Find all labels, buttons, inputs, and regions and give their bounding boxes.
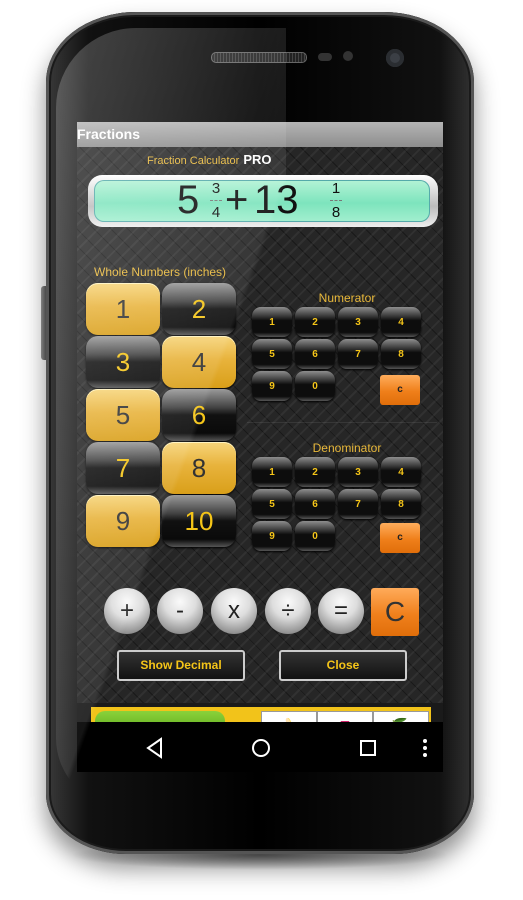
numerator-key-9[interactable]: 9 [252, 371, 292, 401]
denominator-key-8[interactable]: 8 [381, 489, 421, 519]
overflow-menu-icon[interactable] [419, 734, 431, 762]
calculator-body: Fraction Calculator PRO 5 3 4 + 13 1 8 Wh… [77, 147, 443, 747]
add-button[interactable]: + [104, 588, 150, 634]
show-decimal-button[interactable]: Show Decimal [117, 650, 245, 681]
numerator-label: Numerator [318, 291, 376, 305]
denominator-key-4[interactable]: 4 [381, 457, 421, 487]
whole-number-key-3[interactable]: 3 [86, 336, 160, 388]
denominator-key-1[interactable]: 1 [252, 457, 292, 487]
app-title: Fractions [77, 126, 141, 142]
whole-number-key-2[interactable]: 2 [162, 283, 236, 335]
denominator-key-2[interactable]: 2 [295, 457, 335, 487]
multiply-button[interactable]: x [211, 588, 257, 634]
numerator-key-4[interactable]: 4 [381, 307, 421, 337]
numerator-key-7[interactable]: 7 [338, 339, 378, 369]
denominator-key-7[interactable]: 7 [338, 489, 378, 519]
denominator-key-6[interactable]: 6 [295, 489, 335, 519]
whole-number-key-8[interactable]: 8 [162, 442, 236, 494]
numerator-key-2[interactable]: 2 [295, 307, 335, 337]
left-denominator: 4 [211, 204, 221, 221]
divide-button[interactable]: ÷ [265, 588, 311, 634]
denominator-key-5[interactable]: 5 [252, 489, 292, 519]
denominator-label: Denominator [312, 441, 382, 455]
whole-numbers-label: Whole Numbers (inches) [94, 265, 227, 279]
screen: Fractions Fraction Calculator PRO 5 3 4 +… [77, 122, 443, 772]
right-whole: 13 [254, 178, 299, 222]
android-nav-bar [77, 722, 443, 772]
subtract-button[interactable]: - [157, 588, 203, 634]
left-whole: 5 [177, 178, 200, 222]
fraction-bar [330, 200, 342, 201]
front-camera-icon [386, 49, 404, 67]
denominator-key-9[interactable]: 9 [252, 521, 292, 551]
whole-number-key-1[interactable]: 1 [86, 283, 160, 335]
numerator-key-1[interactable]: 1 [252, 307, 292, 337]
denominator-clear-button[interactable]: c [380, 523, 420, 553]
whole-number-key-9[interactable]: 9 [86, 495, 160, 547]
display-frame: 5 3 4 + 13 1 8 [88, 175, 438, 227]
numerator-clear-button[interactable]: c [380, 375, 420, 405]
divider [247, 422, 437, 423]
clear-all-button[interactable]: C [371, 588, 419, 636]
equals-button[interactable]: = [318, 588, 364, 634]
close-button[interactable]: Close [279, 650, 407, 681]
phone-sensor [318, 53, 332, 61]
right-denominator: 8 [331, 204, 341, 221]
title-bar: Fractions [77, 122, 443, 147]
right-numerator: 1 [331, 180, 341, 197]
phone-sensor-dot [343, 51, 353, 61]
brand-line: Fraction Calculator PRO [147, 152, 272, 167]
home-icon[interactable] [247, 734, 275, 762]
phone-speaker [211, 52, 307, 63]
fraction-display: 5 3 4 + 13 1 8 [94, 178, 430, 222]
numerator-key-6[interactable]: 6 [295, 339, 335, 369]
left-numerator: 3 [211, 180, 221, 197]
denominator-key-3[interactable]: 3 [338, 457, 378, 487]
back-icon[interactable] [141, 734, 169, 762]
denominator-key-0[interactable]: 0 [295, 521, 335, 551]
whole-number-key-5[interactable]: 5 [86, 389, 160, 441]
operator-display: + [225, 178, 249, 222]
fraction-bar [210, 200, 222, 201]
numerator-key-3[interactable]: 3 [338, 307, 378, 337]
brand-tier: PRO [243, 152, 272, 167]
whole-number-key-6[interactable]: 6 [162, 389, 236, 441]
recents-icon[interactable] [354, 734, 382, 762]
numerator-key-0[interactable]: 0 [295, 371, 335, 401]
whole-number-key-7[interactable]: 7 [86, 442, 160, 494]
brand-name: Fraction Calculator [147, 155, 240, 167]
numerator-key-5[interactable]: 5 [252, 339, 292, 369]
whole-number-key-10[interactable]: 10 [162, 495, 236, 547]
numerator-key-8[interactable]: 8 [381, 339, 421, 369]
whole-number-key-4[interactable]: 4 [162, 336, 236, 388]
